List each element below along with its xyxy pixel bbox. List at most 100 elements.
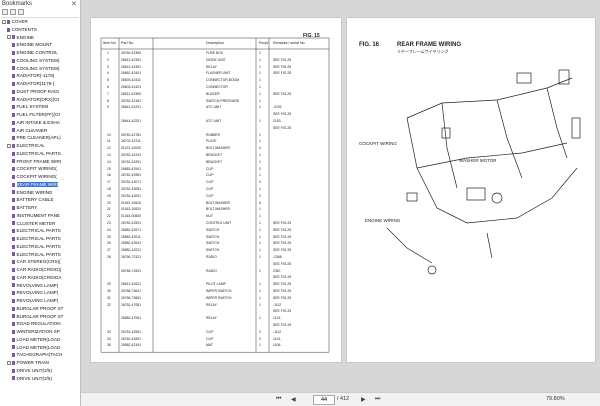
- bookmark-item[interactable]: AIR INTAKE & EXHA: [12, 120, 60, 126]
- bookmark-item[interactable]: REVOLVING LAMP(: [12, 298, 58, 304]
- table-cell: 1113-: [273, 336, 282, 341]
- bookmark-item[interactable]: CAR RADIO(CRDIOA: [12, 275, 61, 281]
- table-cell: SEE FIG.25: [273, 221, 292, 225]
- bookmark-item[interactable]: ELECTRICAL PARTS: [12, 236, 61, 242]
- table-cell: SEE FIG.25: [273, 248, 292, 253]
- bookmark-item[interactable]: CAR RADIO(CRDIO)(: [12, 267, 61, 273]
- expand-toggle-icon[interactable]: -: [7, 360, 11, 365]
- table-cell: 29: [107, 282, 111, 287]
- bookmark-label: RADIATOR(1179-): [16, 81, 55, 86]
- table-cell: 1: [259, 78, 261, 83]
- bookmark-item[interactable]: - COVER: [2, 19, 28, 25]
- bookmark-item[interactable]: DRIVE UNIT(2/5): [12, 376, 52, 382]
- table-cell: 26641-42201: [121, 105, 141, 110]
- bookmark-item[interactable]: RADIATOR(DRX)(OI: [12, 97, 59, 103]
- table-cell: SEE FIG.25: [273, 91, 292, 96]
- bookmark-icon: [12, 74, 15, 79]
- bookmark-item[interactable]: COOLING SYSTEM(: [12, 66, 59, 72]
- bookmark-label: POWER TRAIN: [16, 360, 49, 365]
- table-cell: 26762-42181: [121, 98, 141, 103]
- bookmark-item[interactable]: FRONT FRAME WIRI: [12, 159, 61, 165]
- expand-toggle-icon[interactable]: -: [7, 35, 11, 40]
- bookmark-item[interactable]: DRIVE UNIT(2/5): [12, 368, 52, 374]
- bookmark-item[interactable]: BURGLAR PROOF ST: [12, 306, 63, 312]
- bookmark-item[interactable]: PRE CLEANER(APL): [12, 135, 61, 141]
- bookmark-item[interactable]: FUEL FILTER(FF)(OI: [12, 112, 60, 118]
- collapse-all-icon[interactable]: [10, 9, 16, 15]
- table-cell: 1: [259, 85, 261, 89]
- table-cell: SEE FIG.25: [273, 309, 292, 314]
- bookmark-item[interactable]: ELECTRICAL PARTS: [12, 151, 61, 157]
- bookmark-item[interactable]: FUEL SYSTEM: [12, 104, 48, 110]
- next-page-icon[interactable]: ▶: [361, 396, 366, 403]
- bookmark-item[interactable]: REVOLVING LAMP(: [12, 283, 58, 289]
- bookmark-item[interactable]: DUST PROOF RADI: [12, 89, 59, 95]
- bookmark-item[interactable]: CAR STEREO(CRS)(: [12, 259, 61, 265]
- bookmark-item[interactable]: - ELECTRICAL: [7, 143, 45, 149]
- bookmark-item[interactable]: RADIATOR(1179-): [12, 81, 54, 87]
- table-cell: 26: [107, 241, 111, 246]
- table-cell: 26582-42021: [121, 248, 141, 253]
- first-page-icon[interactable]: ⏮: [276, 396, 281, 403]
- table-cell: 1: [259, 255, 261, 259]
- bookmark-item[interactable]: CLUSTER METER: [12, 221, 55, 227]
- expand-toggle-icon[interactable]: -: [7, 143, 11, 148]
- table-cell: SWITCH: [206, 227, 220, 232]
- bookmark-item[interactable]: COOLING SYSTEM(: [12, 58, 59, 64]
- bookmark-item[interactable]: ENGINE MOUNT: [12, 42, 52, 48]
- bookmark-item[interactable]: REVOLVING LAMP(: [12, 290, 58, 296]
- bookmark-item[interactable]: CONTENTS: [7, 27, 37, 33]
- zoom-level[interactable]: 79.80%: [546, 396, 565, 402]
- bookmark-item[interactable]: ELECTRICAL PARTS: [12, 228, 61, 234]
- table-cell: 3: [107, 64, 109, 69]
- bookmark-item[interactable]: - ENGINE: [7, 35, 34, 41]
- bookmark-item[interactable]: COCKPIT WIRING(: [12, 174, 57, 180]
- bookmark-item[interactable]: ENGINE CONTROL: [12, 50, 58, 56]
- table-cell: 26652-42401: [121, 71, 141, 76]
- bookmark-item[interactable]: BATTERY: [12, 205, 37, 211]
- bookmark-label: RADIATOR(-1178): [16, 73, 55, 79]
- bookmark-item[interactable]: RADIATOR(-1178): [12, 73, 54, 79]
- bookmark-item[interactable]: BATTERY CABLE: [12, 197, 54, 203]
- bookmark-item[interactable]: ROAD REGULATION: [12, 321, 61, 327]
- table-cell: 01163-10816: [121, 200, 141, 205]
- bookmark-label: TACHOGRAPH(TACH: [16, 352, 63, 358]
- bookmark-item[interactable]: COCKPIT WIRING(: [12, 166, 57, 172]
- document-view[interactable]: FIG. 15 Item No. Part No. Description Req'd…: [81, 0, 600, 406]
- table-cell: 7: [107, 91, 109, 96]
- table-cell: 4: [107, 71, 109, 76]
- bookmark-item[interactable]: LOAD METER(LOAD: [12, 337, 60, 343]
- table-cell: 26603-42421: [121, 85, 141, 89]
- bookmark-item[interactable]: - POWER TRAIN: [7, 360, 49, 366]
- last-page-icon[interactable]: ⏭: [375, 396, 380, 403]
- bookmark-icon: [12, 66, 15, 71]
- bookmark-item[interactable]: BURGLAR PROOF ST: [12, 314, 63, 320]
- page-number-input[interactable]: 44: [313, 395, 335, 405]
- close-icon[interactable]: ✕: [71, 0, 77, 8]
- table-cell: 1: [259, 139, 261, 144]
- bookmark-item[interactable]: REAR FRAME WIRI: [12, 181, 59, 188]
- table-cell: 1: [259, 91, 261, 96]
- table-cell: SEE FIG.25: [273, 57, 292, 62]
- expand-toggle-icon[interactable]: -: [2, 19, 6, 24]
- bookmark-label: ENGINE: [16, 34, 35, 40]
- bookmark-item[interactable]: ELECTRICAL PARTS: [12, 244, 61, 250]
- bookmark-item[interactable]: WINTERIZATION SP: [12, 329, 60, 335]
- bookmark-icon: [12, 260, 15, 265]
- bookmark-icon: [12, 205, 15, 210]
- table-cell: SEE FIG.25: [273, 261, 292, 266]
- prev-page-icon[interactable]: ◀: [291, 396, 296, 403]
- bookmark-icon: [12, 50, 15, 55]
- options-icon[interactable]: [18, 9, 24, 15]
- bookmark-icon: [12, 291, 15, 296]
- table-cell: SEE FIG.25: [273, 241, 292, 246]
- bookmark-item[interactable]: AIR CLEANER: [12, 128, 47, 134]
- table-cell: SWITCH: [206, 248, 220, 253]
- bookmark-item[interactable]: INSTRUMENT PANE: [12, 213, 60, 219]
- table-cell: 12: [107, 146, 111, 151]
- bookmark-item[interactable]: ELECTRICAL PARTS: [12, 252, 61, 258]
- bookmark-item[interactable]: TACHOGRAPH(TACH: [12, 352, 62, 358]
- bookmark-item[interactable]: ENGINE WIRING: [12, 190, 53, 196]
- bookmark-item[interactable]: LOAD METER(LOAD: [12, 345, 60, 351]
- expand-all-icon[interactable]: [2, 9, 8, 15]
